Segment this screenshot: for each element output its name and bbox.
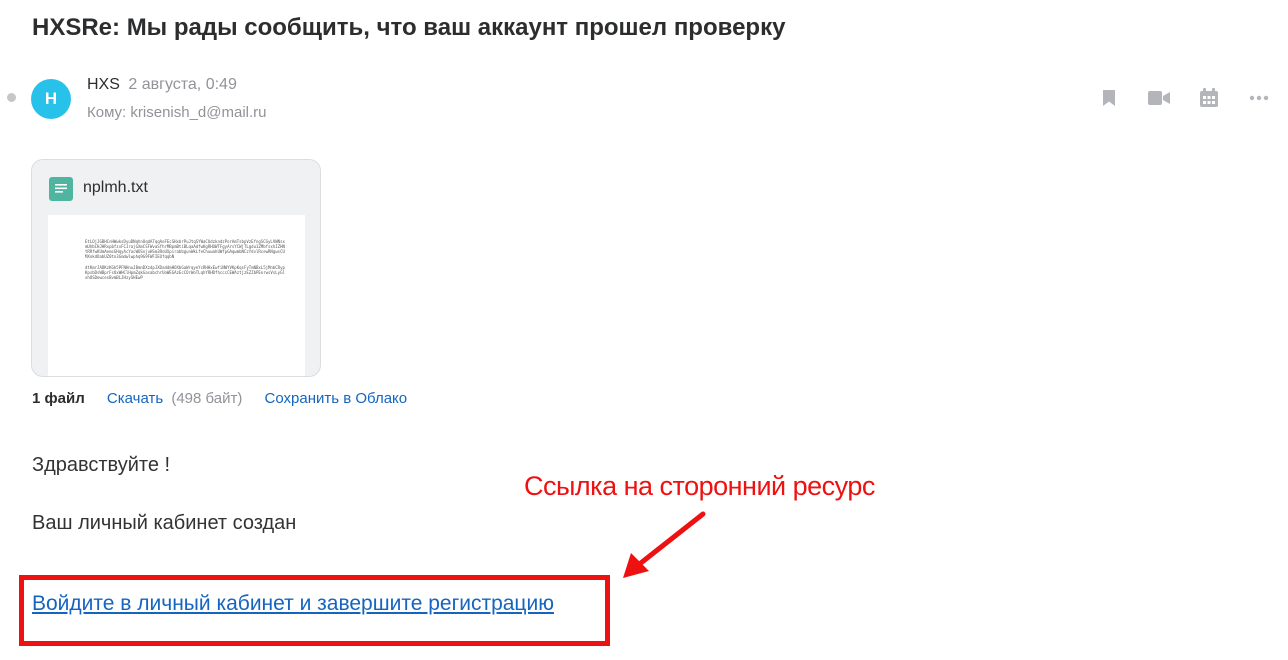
more-icon[interactable] bbox=[1246, 85, 1272, 111]
attachment-file-name[interactable]: nplmh.txt bbox=[83, 179, 148, 197]
read-status-dot[interactable] bbox=[7, 93, 16, 102]
sender-avatar[interactable]: H bbox=[31, 79, 71, 119]
attachment-summary: 1 файл Скачать (498 байт) Сохранить в Об… bbox=[32, 390, 407, 407]
annotation-label: Ссылка на сторонний ресурс bbox=[524, 471, 875, 501]
video-icon[interactable] bbox=[1146, 85, 1172, 111]
recipient-line: Кому: krisenish_d@mail.ru bbox=[87, 104, 267, 121]
email-view: HXSRe: Мы рады сообщить, что ваш аккаунт… bbox=[0, 0, 1288, 660]
sender-line: HXS 2 августа, 0:49 bbox=[87, 76, 237, 94]
body-greeting: Здравствуйте ! bbox=[32, 454, 171, 476]
file-size: (498 байт) bbox=[171, 390, 243, 407]
recipient-address[interactable]: krisenish_d@mail.ru bbox=[130, 104, 266, 121]
annotation-arrow bbox=[623, 511, 706, 578]
preview-paragraph: dtKmrJADKzKGk5PFNHnuJBmnDXzdpJXDaddmHOXb… bbox=[85, 265, 285, 280]
sent-date: 2 августа, 0:49 bbox=[128, 76, 237, 93]
attachment-card[interactable]: nplmh.txt EtLOjJGBHCnHWwksDyuDNqhnOqdATq… bbox=[31, 159, 321, 377]
body-text: Ваш личный кабинет создан bbox=[32, 512, 297, 534]
download-link[interactable]: Скачать bbox=[107, 390, 163, 407]
preview-text: EtLOjJGBHCnHWwksDyuDNqhnOqdATqqAoFEcSHxb… bbox=[85, 239, 285, 286]
sender-name[interactable]: HXS bbox=[87, 76, 120, 93]
recipient-label: Кому: bbox=[87, 104, 127, 121]
text-file-icon bbox=[49, 177, 73, 201]
save-to-cloud-link[interactable]: Сохранить в Облако bbox=[265, 390, 408, 407]
email-subject: HXSRe: Мы рады сообщить, что ваш аккаунт… bbox=[32, 14, 786, 41]
phishing-link[interactable]: Войдите в личный кабинет и завершите рег… bbox=[32, 592, 554, 616]
attachment-preview[interactable]: EtLOjJGBHCnHWwksDyuDNqhnOqdATqqAoFEcSHxb… bbox=[48, 215, 305, 376]
files-count: 1 файл bbox=[32, 390, 85, 407]
bookmark-icon[interactable] bbox=[1096, 85, 1122, 111]
email-actions bbox=[1096, 85, 1272, 111]
calendar-icon[interactable] bbox=[1196, 85, 1222, 111]
preview-paragraph: EtLOjJGBHCnHWwksDyuDNqhnOqdATqqAoFEcSHxb… bbox=[85, 239, 285, 259]
